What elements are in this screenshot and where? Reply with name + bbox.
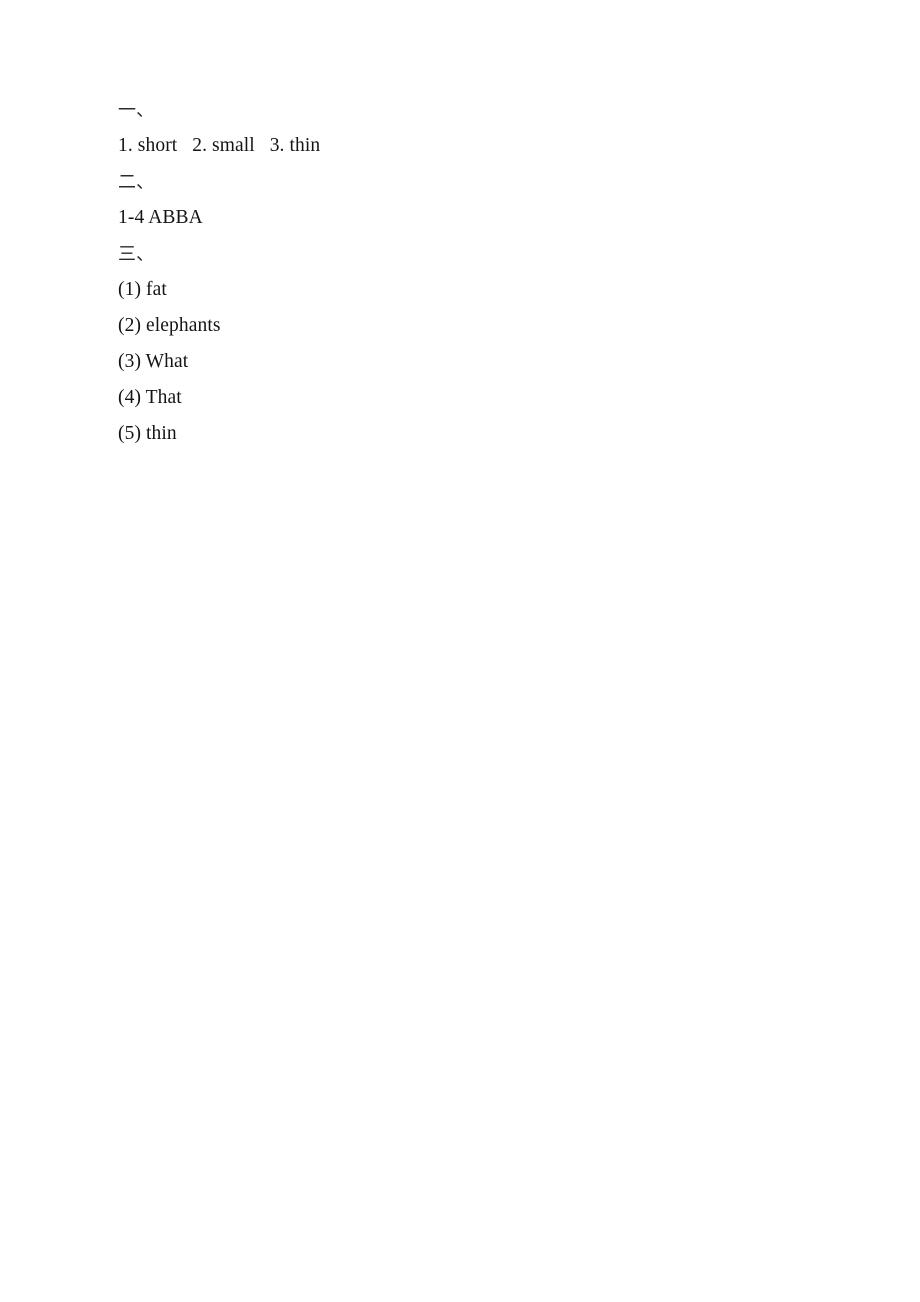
section-one-answers: 1. short 2. small 3. thin (118, 135, 321, 156)
document-page: 一、 1. short 2. small 3. thin 二、 1-4 ABBA… (0, 0, 920, 1302)
blank-page-area (0, 470, 920, 1302)
section-heading-one: 一、 (118, 100, 155, 120)
section-three-answer-3: (3) What (118, 351, 189, 372)
section-heading-two: 二、 (118, 172, 155, 192)
section-heading-three: 三、 (118, 244, 155, 264)
document-text-block: 一、 1. short 2. small 3. thin 二、 1-4 ABBA… (118, 92, 818, 452)
section-three-answer-2: (2) elephants (118, 315, 221, 336)
section-three-answer-4: (4) That (118, 387, 182, 408)
section-three-answer-1: (1) fat (118, 279, 167, 300)
section-two-answers: 1-4 ABBA (118, 207, 203, 228)
section-three-answer-5: (5) thin (118, 423, 177, 444)
